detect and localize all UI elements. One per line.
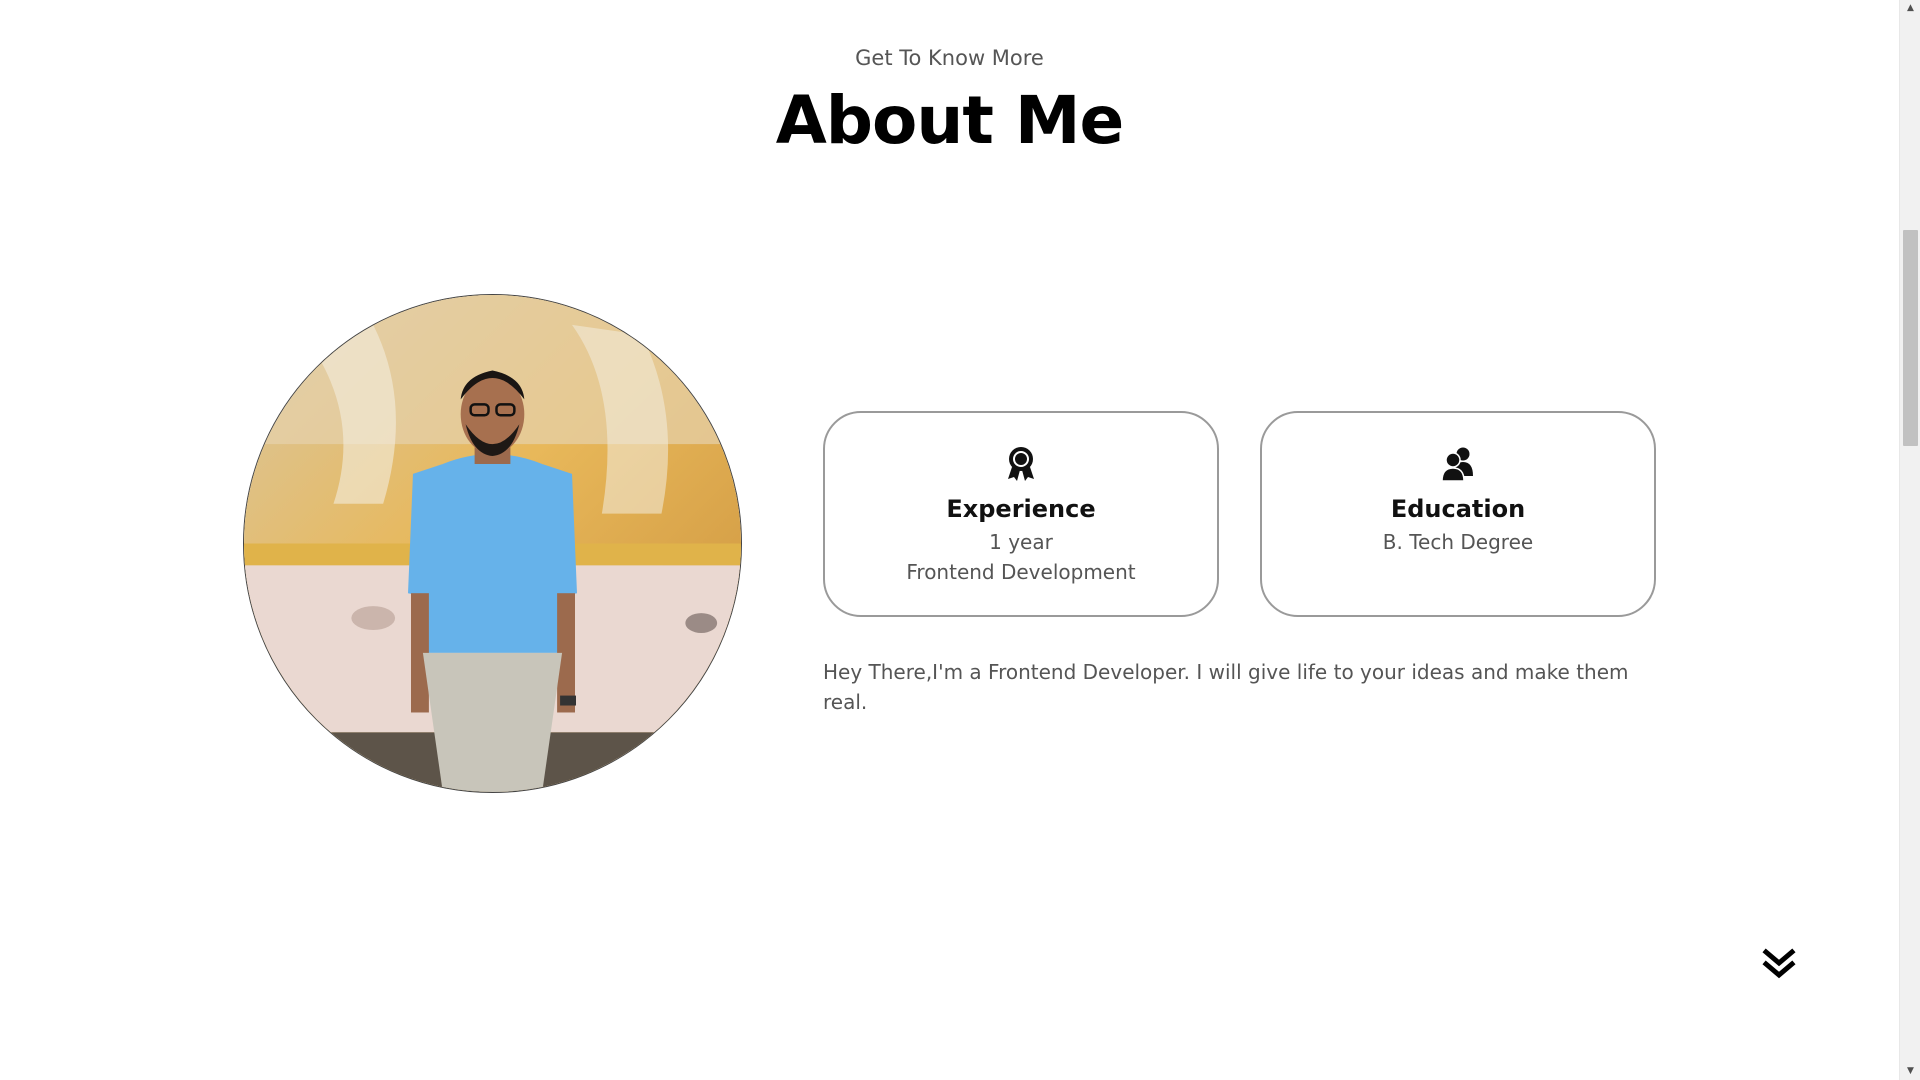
scrollbar-thumb[interactable] <box>1903 230 1918 446</box>
education-users-icon <box>1441 447 1473 482</box>
experience-years: 1 year <box>989 530 1053 554</box>
scrollbar-up-arrow-icon[interactable]: ▲ <box>1900 0 1920 17</box>
scroll-down-button[interactable] <box>1762 948 1796 982</box>
about-description: Hey There,I'm a Frontend Developer. I wi… <box>823 660 1629 714</box>
experience-title: Experience <box>946 495 1096 523</box>
profile-photo <box>243 294 742 793</box>
section-title: About Me <box>775 82 1125 159</box>
page-scrollbar[interactable]: ▲ ▼ <box>1899 0 1920 1080</box>
education-title: Education <box>1390 495 1526 523</box>
section-subtitle: Get To Know More <box>855 46 1044 70</box>
scrollbar-down-arrow-icon[interactable]: ▼ <box>1900 1063 1920 1080</box>
about-section: Get To Know More About Me Experience 1 y… <box>0 0 1920 1080</box>
education-degree: B. Tech Degree <box>1382 530 1534 554</box>
experience-card: Experience 1 year Frontend Development <box>823 411 1219 617</box>
experience-field: Frontend Development <box>906 560 1136 584</box>
experience-award-icon <box>1008 447 1034 481</box>
double-chevron-down-icon <box>1762 948 1796 979</box>
education-card: Education B. Tech Degree <box>1260 411 1656 617</box>
